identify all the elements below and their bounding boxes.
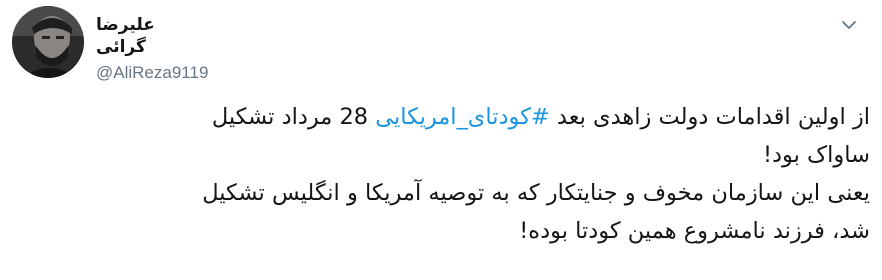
user-handle[interactable]: @AliReza9119 (96, 62, 208, 84)
avatar-image (12, 6, 84, 78)
tweet-line-1-start: از اولین اقدامات دولت زاهدی بعد (549, 104, 870, 130)
tweet-card: علیرضا گرائی @AliReza9119 از اولین اقدام… (0, 0, 882, 280)
tweet-line-1: از اولین اقدامات دولت زاهدی بعد #کودتای_… (12, 98, 870, 136)
tweet-line-1-end: 28 مرداد تشکیل (211, 104, 376, 130)
chevron-down-icon[interactable] (840, 16, 858, 34)
display-name[interactable]: علیرضا گرائی (96, 14, 206, 58)
tweet-line-2: ساواک بود! (762, 142, 870, 168)
avatar[interactable] (12, 6, 84, 78)
tweet-line-4: شد، فرزند نامشروع همین کودتا بوده! (519, 218, 870, 244)
tweet-line-3: یعنی این سازمان مخوف و جنایتکار که به تو… (202, 180, 870, 206)
tweet-text: از اولین اقدامات دولت زاهدی بعد #کودتای_… (12, 98, 870, 250)
tweet-header: علیرضا گرائی @AliReza9119 (96, 14, 208, 84)
hashtag-link[interactable]: #کودتای_امریکایی (375, 104, 549, 130)
